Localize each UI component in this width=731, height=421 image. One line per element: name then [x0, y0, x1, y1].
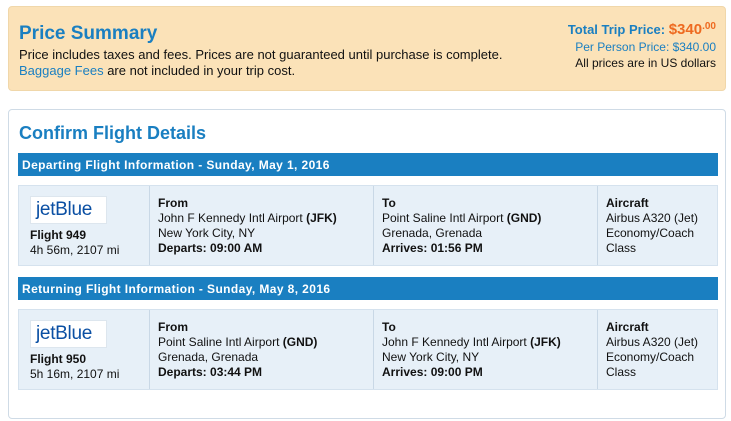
returning-from-city: Grenada, Grenada: [158, 350, 259, 364]
confirm-flight-details-panel: Confirm Flight Details Departing Flight …: [8, 109, 726, 419]
returning-aircraft-type: Airbus A320 (Jet): [606, 335, 699, 349]
total-trip-price-label: Total Trip Price:: [567, 22, 669, 37]
total-trip-price: Total Trip Price: $340.00: [568, 21, 716, 39]
baggage-note: Baggage Fees are not included in your tr…: [19, 63, 295, 78]
returning-to-airport-name: John F Kennedy Intl Airport: [382, 335, 531, 349]
departing-duration: 4h 56m, 2107 mi: [30, 243, 120, 257]
returning-to-airport-code: (JFK): [530, 335, 561, 349]
departing-cabin: Economy/Coach: [606, 226, 695, 240]
currency-note: All prices are in US dollars: [575, 56, 716, 70]
price-totals: Total Trip Price: $340.00 Per Person Pri…: [568, 21, 716, 71]
departing-aircraft-cell: Aircraft Airbus A320 (Jet) Economy/Coach…: [598, 186, 719, 265]
returning-from-heading: From: [158, 320, 188, 334]
departing-aircraft-type: Airbus A320 (Jet): [606, 211, 699, 225]
departing-to-airport-code: (GND): [506, 211, 542, 225]
departing-flight-header: Departing Flight Information - Sunday, M…: [18, 153, 718, 176]
total-trip-price-dollars: $340: [668, 21, 703, 38]
price-summary-title: Price Summary: [19, 23, 158, 44]
price-note: Price includes taxes and fees. Prices ar…: [19, 47, 503, 62]
returning-airline-cell: jetBlue Flight 950 5h 16m, 2107 mi: [19, 310, 150, 389]
departing-from-airport-name: John F Kennedy Intl Airport: [158, 211, 307, 225]
departing-arrives-time: Arrives: 01:56 PM: [382, 241, 483, 255]
returning-flight-number: Flight 950: [30, 352, 87, 366]
departing-to-airport-name: Point Saline Intl Airport: [382, 211, 507, 225]
departing-to-airport: Point Saline Intl Airport (GND): [382, 211, 597, 226]
returning-from-airport: Point Saline Intl Airport (GND): [158, 335, 373, 350]
departing-to-heading: To: [382, 196, 396, 210]
jetblue-logo: jetBlue: [30, 196, 107, 224]
departing-from-heading: From: [158, 196, 188, 210]
departing-cabin-class: Class: [606, 241, 637, 255]
returning-from-airport-code: (GND): [282, 335, 318, 349]
returning-duration: 5h 16m, 2107 mi: [30, 367, 120, 381]
departing-flight-row: jetBlue Flight 949 4h 56m, 2107 mi From …: [18, 185, 718, 266]
returning-arrives-time: Arrives: 09:00 PM: [382, 365, 483, 379]
jetblue-logo: jetBlue: [30, 320, 107, 348]
returning-cabin: Economy/Coach: [606, 350, 695, 364]
returning-to-airport: John F Kennedy Intl Airport (JFK): [382, 335, 597, 350]
departing-departs-time: Departs: 09:00 AM: [158, 241, 263, 255]
returning-flight-header: Returning Flight Information - Sunday, M…: [18, 277, 718, 300]
departing-aircraft-heading: Aircraft: [606, 196, 649, 210]
returning-aircraft-cell: Aircraft Airbus A320 (Jet) Economy/Coach…: [598, 310, 719, 389]
returning-from-cell: From Point Saline Intl Airport (GND) Gre…: [150, 310, 374, 389]
total-trip-price-cents: .00: [702, 21, 716, 32]
departing-airline-cell: jetBlue Flight 949 4h 56m, 2107 mi: [19, 186, 150, 265]
per-person-price: Per Person Price: $340.00: [575, 40, 716, 54]
departing-flight-number: Flight 949: [30, 228, 87, 242]
returning-aircraft-heading: Aircraft: [606, 320, 649, 334]
price-summary-panel: Price Summary Price includes taxes and f…: [8, 6, 726, 91]
departing-from-cell: From John F Kennedy Intl Airport (JFK) N…: [150, 186, 374, 265]
returning-to-cell: To John F Kennedy Intl Airport (JFK) New…: [374, 310, 598, 389]
returning-flight-row: jetBlue Flight 950 5h 16m, 2107 mi From …: [18, 309, 718, 390]
returning-to-city: New York City, NY: [382, 350, 480, 364]
returning-to-heading: To: [382, 320, 396, 334]
departing-to-cell: To Point Saline Intl Airport (GND) Grena…: [374, 186, 598, 265]
returning-departs-time: Departs: 03:44 PM: [158, 365, 263, 379]
baggage-fees-link[interactable]: Baggage Fees: [19, 63, 104, 78]
departing-from-city: New York City, NY: [158, 226, 256, 240]
departing-to-city: Grenada, Grenada: [382, 226, 483, 240]
departing-from-airport-code: (JFK): [306, 211, 337, 225]
confirm-flight-details-title: Confirm Flight Details: [19, 123, 207, 143]
returning-from-airport-name: Point Saline Intl Airport: [158, 335, 283, 349]
departing-from-airport: John F Kennedy Intl Airport (JFK): [158, 211, 373, 226]
returning-cabin-class: Class: [606, 365, 637, 379]
baggage-note-text: are not included in your trip cost.: [103, 63, 296, 78]
